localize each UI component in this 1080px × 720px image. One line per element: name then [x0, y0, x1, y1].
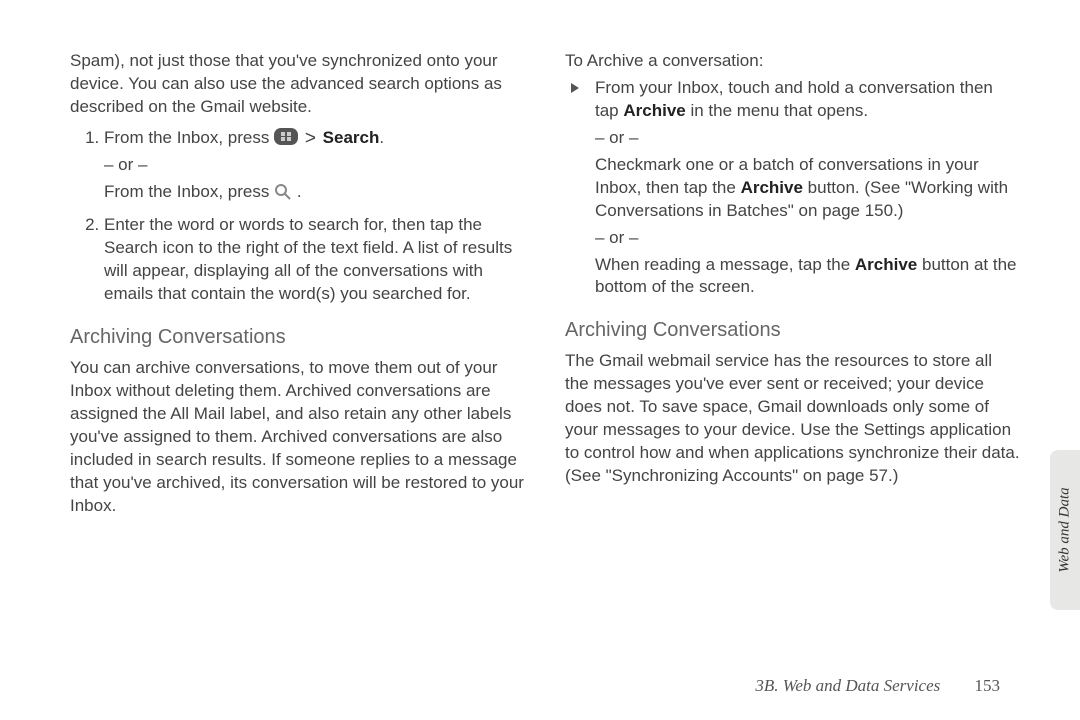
- to-archive-label: To Archive a conversation:: [565, 50, 1020, 73]
- or-divider: – or –: [595, 227, 1020, 250]
- archive-method-1: From your Inbox, touch and hold a conver…: [565, 77, 1020, 299]
- m1-bold: Archive: [623, 101, 685, 120]
- left-column: Spam), not just those that you've synchr…: [70, 50, 525, 522]
- intro-paragraph: Spam), not just those that you've synchr…: [70, 50, 525, 119]
- archiving-heading-left: Archiving Conversations: [70, 324, 525, 351]
- m2-bold: Archive: [741, 178, 803, 197]
- step1-text-a: From the Inbox, press: [104, 128, 274, 147]
- triangle-bullet-icon: [571, 83, 579, 93]
- step-2: Enter the word or words to search for, t…: [104, 214, 525, 306]
- magnifier-icon: [274, 183, 292, 201]
- archiving-heading-right: Archiving Conversations: [565, 317, 1020, 344]
- right-column: To Archive a conversation: From your Inb…: [565, 50, 1020, 522]
- menu-key-icon: [274, 128, 298, 145]
- page-number: 153: [975, 676, 1001, 695]
- m3-bold: Archive: [855, 255, 917, 274]
- archiving-body-right: The Gmail webmail service has the resour…: [565, 350, 1020, 488]
- search-steps: From the Inbox, press > Search. – or – F…: [70, 125, 525, 306]
- step1b-pre: From the Inbox, press: [104, 182, 274, 201]
- m1-b: in the menu that opens.: [686, 101, 868, 120]
- section-side-tab: Web and Data: [1050, 450, 1080, 610]
- greater-than-icon: >: [303, 128, 318, 149]
- archiving-body-left: You can archive conversations, to move t…: [70, 357, 525, 518]
- side-tab-label: Web and Data: [1057, 487, 1074, 572]
- or-divider: – or –: [104, 154, 525, 177]
- page-footer: 3B. Web and Data Services 153: [755, 676, 1000, 696]
- or-divider: – or –: [595, 127, 1020, 150]
- m3-a: When reading a message, tap the: [595, 255, 855, 274]
- step-1: From the Inbox, press > Search. – or – F…: [104, 125, 525, 205]
- search-label: Search: [323, 128, 380, 147]
- footer-section: 3B. Web and Data Services: [755, 676, 940, 695]
- step1b-post: .: [297, 182, 302, 201]
- page-body: Spam), not just those that you've synchr…: [0, 0, 1080, 522]
